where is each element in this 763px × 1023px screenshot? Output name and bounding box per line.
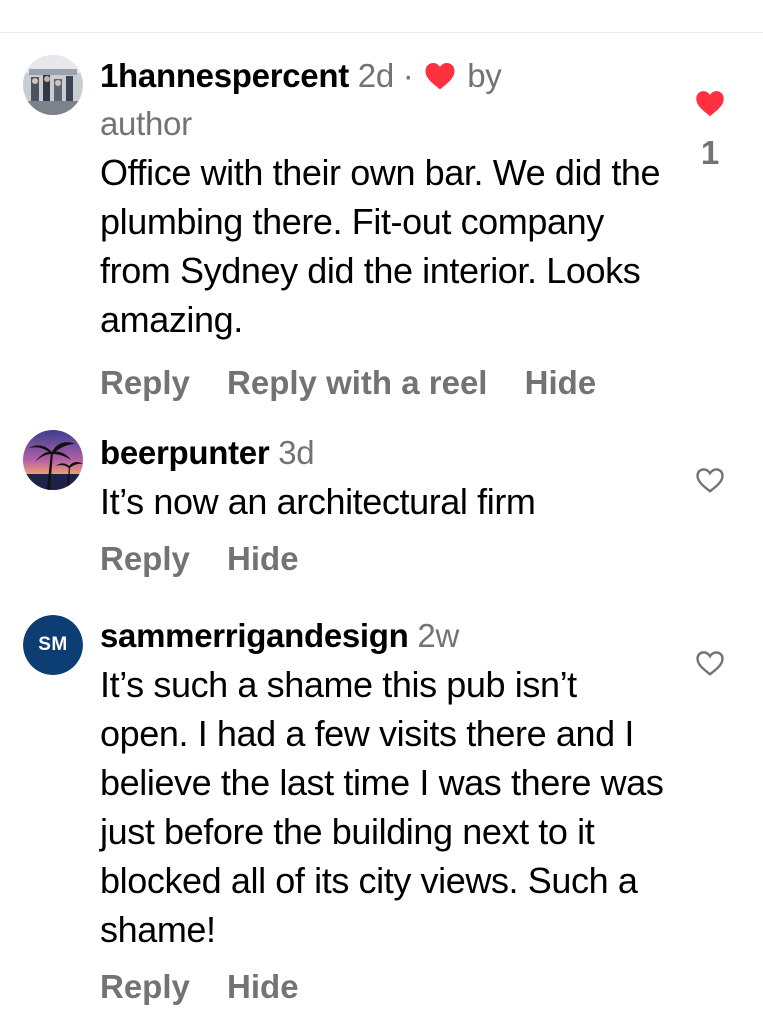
reply-button[interactable]: Reply xyxy=(100,964,190,1009)
comment-actions: Reply Reply with a reel Hide xyxy=(100,360,670,405)
username[interactable]: 1hannespercent xyxy=(100,57,349,94)
liked-by-author-label-line2: author xyxy=(100,105,192,142)
comment-actions: Reply Hide xyxy=(100,536,670,581)
username[interactable]: sammerrigandesign xyxy=(100,617,409,654)
liked-by-author-label: by xyxy=(467,57,502,94)
comment-actions: Reply Hide xyxy=(100,964,670,1009)
reply-button[interactable]: Reply xyxy=(100,360,190,405)
heart-filled-icon xyxy=(424,56,456,101)
hide-button[interactable]: Hide xyxy=(227,964,299,1009)
avatar[interactable] xyxy=(23,55,83,115)
comment-header: 1hannespercent 2d · by author xyxy=(100,53,670,146)
comment-time: 2d xyxy=(357,57,394,94)
heart-outline-icon xyxy=(695,468,725,498)
comment-text: It’s now an architectural firm xyxy=(100,481,536,522)
hide-button[interactable]: Hide xyxy=(227,536,299,581)
comment-time: 2w xyxy=(417,617,459,654)
comment-content: beerpunter 3d It’s now an architectural … xyxy=(100,430,670,581)
comment-header: sammerrigandesign 2w xyxy=(100,613,670,658)
top-divider xyxy=(0,32,763,33)
meta-separator: · xyxy=(402,57,414,94)
avatar[interactable]: SM xyxy=(23,615,83,675)
reply-with-reel-button[interactable]: Reply with a reel xyxy=(227,360,487,405)
avatar-initials: SM xyxy=(23,615,83,675)
comment-content: 1hannespercent 2d · by author Office wit… xyxy=(100,53,670,405)
comment-time: 3d xyxy=(278,434,315,471)
like-button[interactable] xyxy=(690,649,730,682)
heart-outline-icon xyxy=(695,651,725,681)
comment-content: sammerrigandesign 2w It’s such a shame t… xyxy=(100,613,670,1009)
avatar[interactable] xyxy=(23,430,83,490)
comment-text: Office with their own bar. We did the pl… xyxy=(100,152,661,340)
comment-header: beerpunter 3d xyxy=(100,430,670,475)
reply-button[interactable]: Reply xyxy=(100,536,190,581)
username[interactable]: beerpunter xyxy=(100,434,270,471)
heart-filled-icon xyxy=(695,91,725,121)
hide-button[interactable]: Hide xyxy=(525,360,597,405)
like-button[interactable] xyxy=(690,466,730,499)
like-count: 1 xyxy=(700,134,720,171)
like-button[interactable]: 1 xyxy=(690,89,730,172)
comment-text: It’s such a shame this pub isn’t open. I… xyxy=(100,664,664,950)
